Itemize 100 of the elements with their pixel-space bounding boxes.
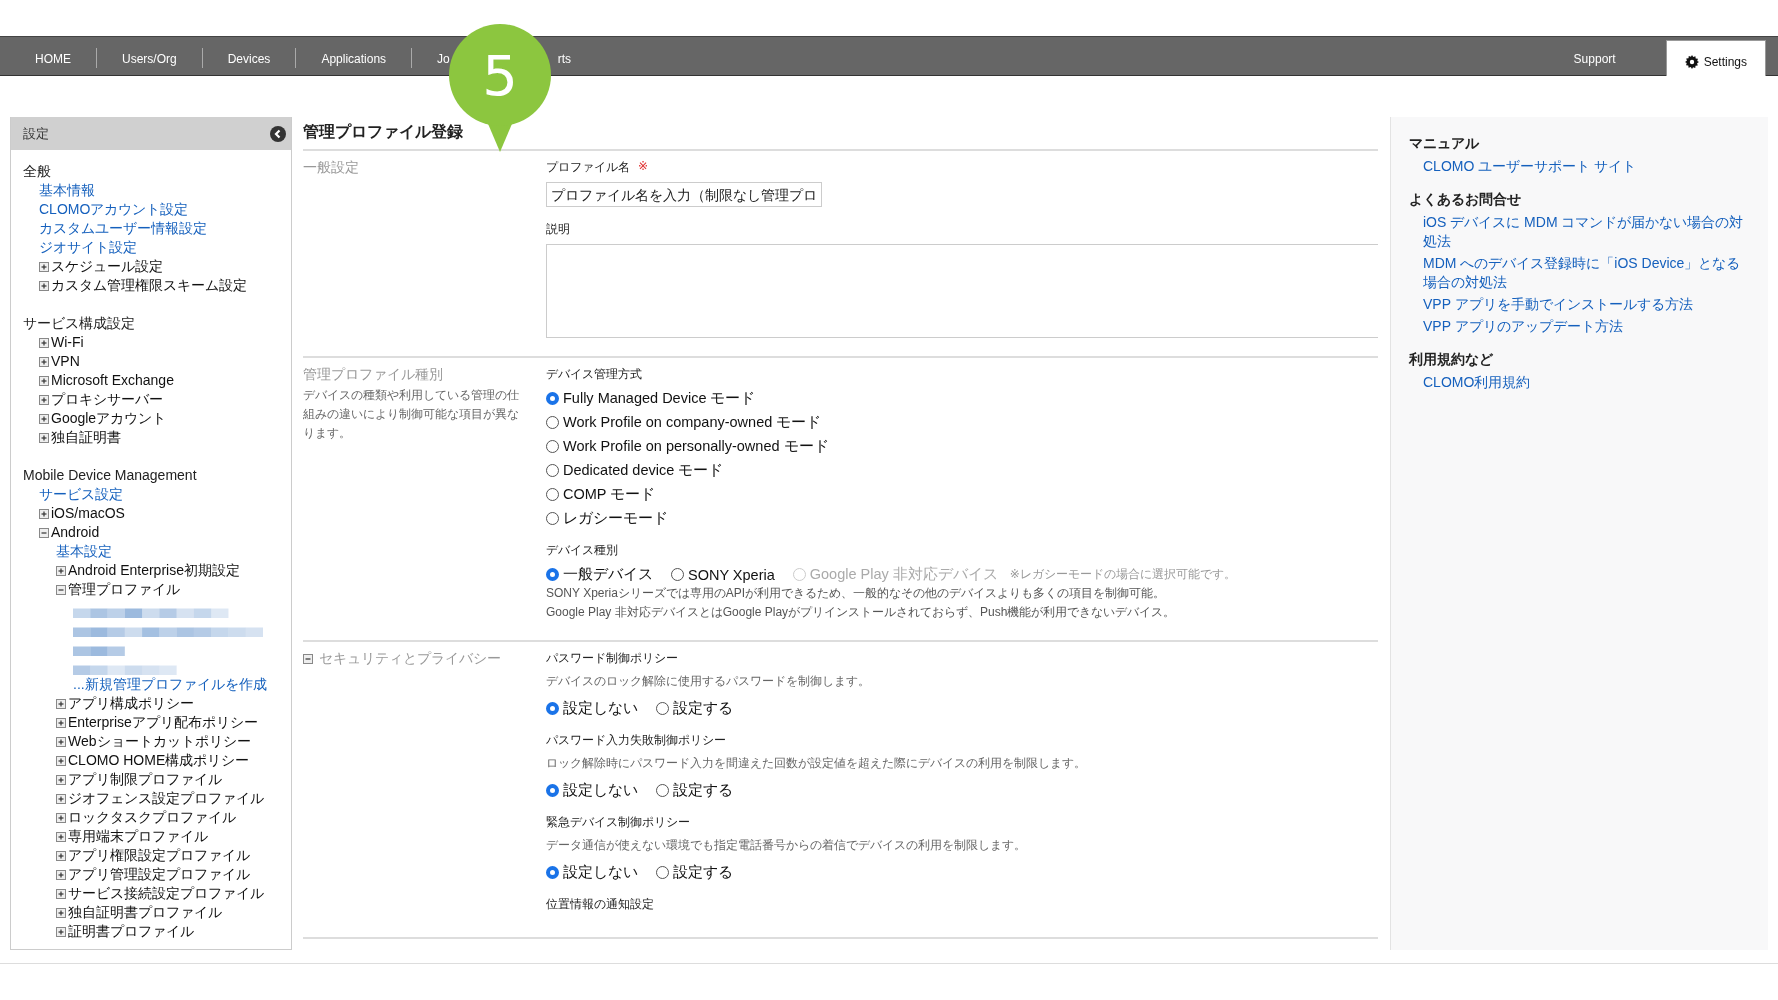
nav-item[interactable]: Applications — [321, 37, 387, 75]
tree-link[interactable]: 基本設定 — [56, 542, 112, 561]
radio-icon[interactable] — [546, 702, 559, 715]
expand-icon[interactable] — [56, 793, 66, 804]
collapse-icon[interactable] — [303, 654, 313, 664]
collapse-icon[interactable] — [56, 584, 66, 595]
tree-link[interactable]: ジオサイト設定 — [39, 238, 137, 257]
tree-item[interactable]: 専用端末プロファイル — [68, 827, 208, 846]
tree-item[interactable]: 管理プロファイル — [68, 580, 180, 599]
expand-icon[interactable] — [39, 337, 49, 348]
radio-option[interactable]: Fully Managed Device モード — [546, 389, 1378, 408]
radio-option[interactable]: Work Profile on company-owned モード — [546, 413, 1378, 432]
radio-option[interactable]: 一般デバイス — [546, 565, 653, 584]
expand-icon[interactable] — [56, 926, 66, 937]
radio-option[interactable]: 設定しない — [546, 699, 638, 718]
radio-option[interactable]: SONY Xperia — [671, 566, 775, 583]
help-link[interactable]: CLOMO利用規約 — [1409, 373, 1750, 392]
tree-item[interactable]: ジオフェンス設定プロファイル — [68, 789, 264, 808]
radio-icon[interactable] — [671, 568, 684, 581]
tree-item[interactable]: サービス接続設定プロファイル — [68, 884, 264, 903]
nav-item[interactable]: HOME — [35, 37, 71, 75]
expand-icon[interactable] — [39, 280, 49, 291]
radio-icon[interactable] — [546, 416, 559, 429]
tree-link[interactable]: サービス設定 — [39, 485, 123, 504]
help-link[interactable]: CLOMO ユーザーサポート サイト — [1409, 157, 1750, 176]
radio-icon[interactable] — [546, 512, 559, 525]
radio-option[interactable]: 設定しない — [546, 781, 638, 800]
tree-item[interactable]: 証明書プロファイル — [68, 922, 194, 941]
tree-link[interactable]: 基本情報 — [39, 181, 95, 200]
expand-icon[interactable] — [56, 774, 66, 785]
tree-item[interactable]: VPN — [51, 352, 80, 371]
expand-icon[interactable] — [56, 565, 66, 576]
expand-icon[interactable] — [56, 812, 66, 823]
profile-name-field[interactable]: プロファイル名を入力（制限なし管理プロ — [546, 182, 822, 207]
tree-item[interactable]: Android — [51, 523, 100, 542]
nav-item[interactable]: Devices — [227, 37, 271, 75]
radio-icon[interactable] — [656, 866, 669, 879]
radio-icon[interactable] — [546, 568, 559, 581]
tree-item[interactable]: 独自証明書プロファイル — [68, 903, 222, 922]
tree-item[interactable]: Enterpriseアプリ配布ポリシー — [68, 713, 258, 732]
tree-item[interactable]: ロックタスクプロファイル — [68, 808, 236, 827]
radio-option[interactable]: Dedicated device モード — [546, 461, 1378, 480]
radio-icon[interactable] — [546, 464, 559, 477]
radio-option[interactable]: 設定する — [656, 863, 733, 882]
help-link[interactable]: MDM へのデバイス登録時に「iOS Device」となる場合の対処法 — [1409, 254, 1750, 292]
tree-item[interactable]: Wi-Fi — [51, 333, 84, 352]
tree-item[interactable]: CLOMO HOME構成ポリシー — [68, 751, 250, 770]
tree-item[interactable]: Android Enterprise初期設定 — [68, 561, 240, 580]
expand-icon[interactable] — [56, 888, 66, 899]
expand-icon[interactable] — [56, 736, 66, 747]
nav-item[interactable]: Users/Org — [122, 37, 177, 75]
expand-icon[interactable] — [56, 755, 66, 766]
tree-item[interactable]: アプリ権限設定プロファイル — [68, 846, 250, 865]
tree-item[interactable]: Microsoft Exchange — [51, 371, 174, 390]
tree-item[interactable]: アプリ制限プロファイル — [68, 770, 222, 789]
expand-icon[interactable] — [39, 394, 49, 405]
tree-item[interactable]: iOS/macOS — [51, 504, 125, 523]
expand-icon[interactable] — [56, 698, 66, 709]
radio-icon[interactable] — [546, 488, 559, 501]
radio-icon[interactable] — [546, 440, 559, 453]
expand-icon[interactable] — [56, 850, 66, 861]
tree-link[interactable]: ...新規管理プロファイルを作成 — [73, 675, 267, 694]
help-link[interactable]: iOS デバイスに MDM コマンドが届かない場合の対処法 — [1409, 213, 1750, 251]
expand-icon[interactable] — [56, 831, 66, 842]
expand-icon[interactable] — [56, 717, 66, 728]
radio-option[interactable]: Work Profile on personally-owned モード — [546, 437, 1378, 456]
expand-icon[interactable] — [39, 432, 49, 443]
tree-item[interactable]: 独自証明書 — [51, 428, 121, 447]
nav-item[interactable]: Jo — [437, 37, 450, 75]
nav-item[interactable]: rts — [557, 37, 572, 75]
tree-item[interactable]: スケジュール設定 — [51, 257, 163, 276]
radio-icon[interactable] — [546, 784, 559, 797]
tree-item[interactable]: アプリ管理設定プロファイル — [68, 865, 250, 884]
radio-icon[interactable] — [656, 784, 669, 797]
radio-option[interactable]: レガシーモード — [546, 509, 1378, 528]
tree-item[interactable]: プロキシサーバー — [51, 390, 163, 409]
radio-icon[interactable] — [546, 392, 559, 405]
tree-item[interactable]: Googleアカウント — [51, 409, 167, 428]
expand-icon[interactable] — [39, 261, 49, 272]
collapse-icon[interactable] — [39, 527, 49, 538]
expand-icon[interactable] — [56, 907, 66, 918]
help-link[interactable]: VPP アプリのアップデート方法 — [1409, 317, 1750, 336]
radio-icon[interactable] — [656, 702, 669, 715]
tree-link[interactable]: カスタムユーザー情報設定 — [39, 219, 207, 238]
help-link[interactable]: VPP アプリを手動でインストールする方法 — [1409, 295, 1750, 314]
radio-option[interactable]: 設定する — [656, 699, 733, 718]
tree-item[interactable]: カスタム管理権限スキーム設定 — [51, 276, 247, 295]
expand-icon[interactable] — [39, 508, 49, 519]
radio-option[interactable]: 設定する — [656, 781, 733, 800]
tree-item[interactable]: アプリ構成ポリシー — [68, 694, 194, 713]
expand-icon[interactable] — [39, 356, 49, 367]
expand-icon[interactable] — [56, 869, 66, 880]
radio-option[interactable]: COMP モード — [546, 485, 1378, 504]
tree-link[interactable]: CLOMOアカウント設定 — [39, 200, 189, 219]
collapse-sidebar-icon[interactable] — [270, 125, 286, 142]
nav-item[interactable]: Support — [1573, 37, 1616, 75]
radio-icon[interactable] — [546, 866, 559, 879]
expand-icon[interactable] — [39, 375, 49, 386]
description-field[interactable] — [546, 244, 1378, 338]
expand-icon[interactable] — [39, 413, 49, 424]
